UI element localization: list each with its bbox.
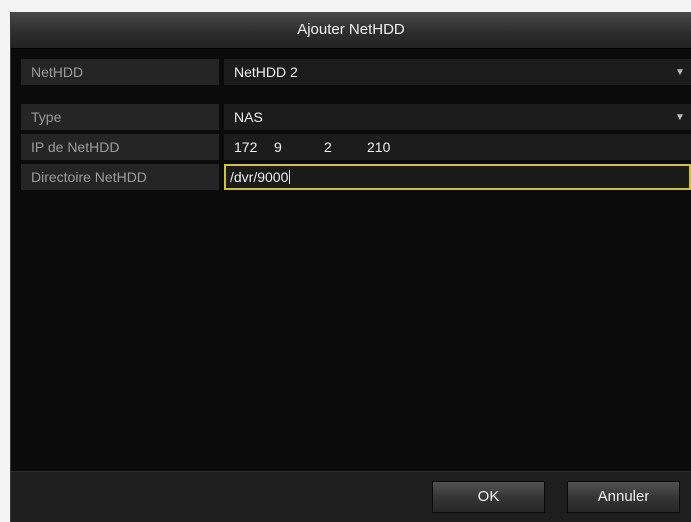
ip-octet-4[interactable]: 210 (367, 134, 390, 160)
directory-input-value: /dvr/9000 (230, 169, 289, 185)
ip-address-input[interactable]: 172 9 2 210 (224, 134, 691, 160)
chevron-down-icon[interactable]: ▼ (673, 104, 687, 130)
cancel-button[interactable]: Annuler (567, 481, 680, 513)
ip-label: IP de NetHDD (21, 134, 219, 160)
nethdd-row: NetHDD NetHDD 2 ▼ (21, 59, 691, 85)
type-select-value: NAS (234, 109, 263, 125)
dialog-footer: OK Annuler (11, 471, 691, 522)
text-cursor (289, 170, 291, 184)
type-label: Type (21, 104, 219, 130)
add-nethdd-dialog: Ajouter NetHDD NetHDD NetHDD 2 ▼ Type NA… (10, 12, 691, 522)
ip-octet-1[interactable]: 172 (234, 134, 257, 160)
directory-input[interactable]: /dvr/9000 (224, 164, 691, 190)
ok-button[interactable]: OK (432, 481, 545, 513)
ip-octet-3[interactable]: 2 (324, 134, 332, 160)
directory-label: Directoire NetHDD (21, 164, 219, 190)
nethdd-select-value: NetHDD 2 (234, 64, 298, 80)
dialog-content: NetHDD NetHDD 2 ▼ Type NAS ▼ IP de NetHD… (11, 49, 691, 522)
ip-octet-2[interactable]: 9 (274, 134, 282, 160)
dialog-title: Ajouter NetHDD (11, 12, 691, 49)
nethdd-select[interactable]: NetHDD 2 ▼ (224, 59, 691, 85)
ip-row: IP de NetHDD 172 9 2 210 (21, 134, 691, 160)
chevron-down-icon[interactable]: ▼ (673, 59, 687, 85)
directory-row: Directoire NetHDD /dvr/9000 (21, 164, 691, 190)
nethdd-label: NetHDD (21, 59, 219, 85)
type-select[interactable]: NAS ▼ (224, 104, 691, 130)
type-row: Type NAS ▼ (21, 104, 691, 130)
